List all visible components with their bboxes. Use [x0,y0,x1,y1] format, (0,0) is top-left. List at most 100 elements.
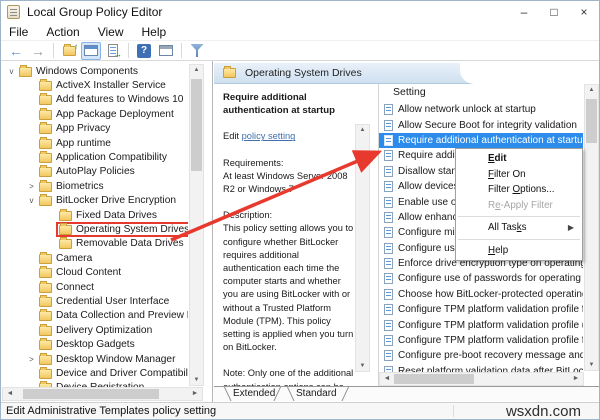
scroll-right-icon[interactable]: ► [189,388,201,400]
toolbar-separator [128,43,129,58]
tree-item-desktop-window-manager[interactable]: >Desktop Window Manager [1,352,188,366]
minimize-button[interactable]: – [509,1,539,23]
menu-file[interactable]: File [9,25,28,39]
scroll-down-icon[interactable]: ▼ [356,363,369,369]
tree-item-label: Connect [56,282,94,293]
scroll-down-icon[interactable]: ▼ [190,377,203,383]
policy-doc-icon [384,304,393,315]
tree-item-removable-data-drives[interactable]: Removable Data Drives [1,237,188,251]
setting-item-allow-network-unlock-at-startup[interactable]: Allow network unlock at startup [379,102,583,117]
setting-item-choose-how-bitlocker-protected-operating[interactable]: Choose how BitLocker-protected operating… [379,287,583,302]
menu-help[interactable]: Help [142,25,167,39]
tree-item-data-collection-and-preview-builds[interactable]: Data Collection and Preview Builds [1,309,188,323]
folder-icon [223,68,236,78]
details-header: Operating System Drives [214,63,599,84]
folder-icon [39,124,52,134]
tree-item-fixed-data-drives[interactable]: Fixed Data Drives [1,208,188,222]
scroll-up-icon[interactable]: ▲ [190,67,203,73]
setting-item-configure-tpm-platform-validation-profil[interactable]: Configure TPM platform validation profil… [379,317,583,332]
close-button[interactable]: × [569,1,599,23]
scroll-left-icon[interactable]: ◄ [4,388,16,400]
tab-extended[interactable]: Extended [233,388,275,399]
console-window-icon[interactable] [81,42,101,60]
tree-item-operating-system-drives[interactable]: Operating System Drives [1,222,188,236]
setting-item-label: Configure TPM platform validation profil… [398,304,583,315]
tab-standard[interactable]: Standard [296,388,337,399]
tree-item-camera[interactable]: Camera [1,251,188,265]
help-icon[interactable]: ? [134,42,154,60]
menu-action[interactable]: Action [46,25,79,39]
context-menu-item-all-tasks[interactable]: All Tasks▶ [456,220,582,236]
setting-item-require-additional-authentication-at-sta[interactable]: Require additional authentication at sta… [379,133,583,148]
filter-icon[interactable] [187,42,207,60]
list-vertical-scrollbar[interactable]: ▲ ▼ [584,84,599,371]
tree-node: Credential User Interface [38,296,172,307]
menu-view[interactable]: View [98,25,124,39]
console-tree-pane: vWindows ComponentsActiveX Installer Ser… [1,61,213,402]
tree-item-credential-user-interface[interactable]: Credential User Interface [1,294,188,308]
context-menu-item-filter-options[interactable]: Filter Options... [456,182,582,198]
tree-item-biometrics[interactable]: > Biometrics [1,179,188,193]
folder-icon [39,326,52,336]
policy-doc-icon [384,335,393,346]
up-one-level-icon[interactable]: ↑ [59,42,79,60]
scrollbar-thumb[interactable] [191,79,202,171]
title-bar: Local Group Policy Editor – □ × [1,1,599,23]
tree-item-device-and-driver-compatibility[interactable]: Device and Driver Compatibility [1,366,188,380]
expanded-chevron-icon[interactable]: v [5,67,18,76]
scroll-up-icon[interactable]: ▲ [585,87,598,93]
tree-item-autoplay-policies[interactable]: AutoPlay Policies [1,165,188,179]
tree-item-add-features-to-windows-10[interactable]: Add features to Windows 10 [1,93,188,107]
setting-column-header[interactable]: Setting [393,86,426,98]
tree-item-desktop-gadgets[interactable]: Desktop Gadgets [1,337,188,351]
forward-icon[interactable]: → [28,42,48,60]
scrollbar-thumb[interactable] [23,389,159,399]
tree-item-connect[interactable]: Connect [1,280,188,294]
setting-item-configure-tpm-platform-validation-profil[interactable]: Configure TPM platform validation profil… [379,302,583,317]
tree-node: Cloud Content [38,267,124,278]
setting-item-configure-use-of-passwords-for-operating[interactable]: Configure use of passwords for operating… [379,271,583,286]
new-window-icon[interactable] [156,42,176,60]
setting-item-configure-tpm-platform-validation-profil[interactable]: Configure TPM platform validation profil… [379,333,583,348]
list-horizontal-scrollbar[interactable]: ◄ ► [379,372,584,386]
tree-item-windows-components[interactable]: vWindows Components [1,64,188,78]
context-menu-item-edit[interactable]: Edit [456,151,582,167]
setting-item-allow-secure-boot-for-integrity-validati[interactable]: Allow Secure Boot for integrity validati… [379,117,583,132]
tree-node: AutoPlay Policies [38,166,138,177]
toolbar-separator [53,43,54,58]
collapsed-chevron-icon[interactable]: > [25,182,38,191]
tree-node: BitLocker Drive Encryption [38,195,179,206]
scrollbar-thumb[interactable] [394,374,474,384]
tree-item-cloud-content[interactable]: Cloud Content [1,265,188,279]
tree-item-activex-installer-service[interactable]: ActiveX Installer Service [1,78,188,92]
context-menu: EditFilter OnFilter Options...Re-Apply F… [455,148,583,261]
tree-item-app-runtime[interactable]: App runtime [1,136,188,150]
tree-item-app-privacy[interactable]: App Privacy [1,122,188,136]
tree-item-application-compatibility[interactable]: Application Compatibility [1,150,188,164]
tree-item-label: App Privacy [56,123,110,134]
tree-item-label: Biometrics [56,181,104,192]
policy-doc-icon [384,135,393,146]
setting-item-configure-pre-boot-recovery-message-and-[interactable]: Configure pre-boot recovery message and … [379,348,583,363]
policy-setting-link[interactable]: policy setting [242,131,296,141]
context-menu-item-filter-on[interactable]: Filter On [456,167,582,183]
expanded-chevron-icon[interactable]: v [25,196,38,205]
tree-item-delivery-optimization[interactable]: Delivery Optimization [1,323,188,337]
tree-item-app-package-deployment[interactable]: App Package Deployment [1,107,188,121]
collapsed-chevron-icon[interactable]: > [25,355,38,364]
description-vertical-scrollbar[interactable]: ▲ ▼ [355,124,370,372]
tree-item-bitlocker-drive-encryption[interactable]: vBitLocker Drive Encryption [1,194,188,208]
tree-horizontal-scrollbar[interactable]: ◄ ► [2,387,203,401]
tree-node: App runtime [38,138,114,149]
scrollbar-thumb[interactable] [586,99,597,143]
maximize-button[interactable]: □ [539,1,569,23]
tree-vertical-scrollbar[interactable]: ▲ ▼ [189,64,204,386]
export-list-icon[interactable]: → [103,42,123,60]
scroll-up-icon[interactable]: ▲ [356,127,369,133]
back-icon[interactable]: ← [6,42,26,60]
scroll-left-icon[interactable]: ◄ [381,373,393,385]
context-menu-item-help[interactable]: Help [456,243,582,259]
scroll-right-icon[interactable]: ► [570,373,582,385]
submenu-arrow-icon: ▶ [568,220,574,236]
scroll-down-icon[interactable]: ▼ [585,362,598,368]
